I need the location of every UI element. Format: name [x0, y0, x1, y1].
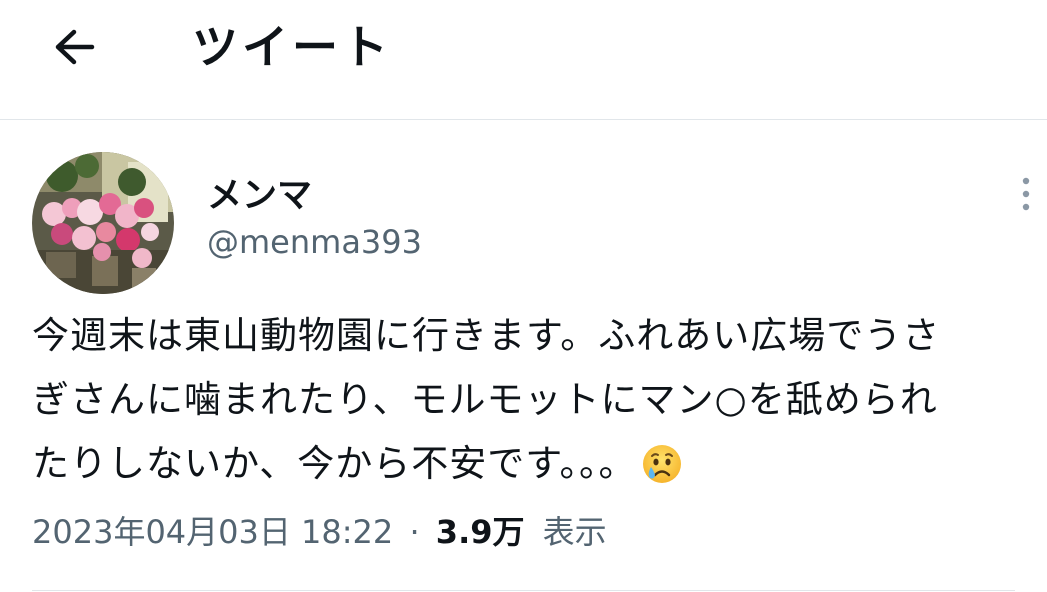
- top-bar: ツイート: [0, 0, 1047, 120]
- meta-separator: ·: [409, 513, 420, 551]
- more-options-button[interactable]: [1006, 172, 1046, 216]
- tweet-text-line: たりしないか、今から不安です。。。: [32, 432, 1032, 505]
- author-handle[interactable]: @menma393: [207, 220, 422, 264]
- tweet-text: 今週末は東山動物園に行きます。ふれあい広場でうさ ぎさんに噛まれたり、モルモット…: [32, 304, 1032, 505]
- tweet: メンマ @menma393 今週末は東山動物園に行きます。ふれあい広場でうさ ぎ…: [0, 120, 1047, 592]
- divider: [32, 590, 1015, 591]
- tweet-text-line-content: たりしないか、今から不安です。。。: [32, 442, 637, 485]
- page-title: ツイート: [192, 20, 392, 74]
- arrow-left-icon: [55, 29, 95, 65]
- crying-face-icon: [641, 441, 683, 505]
- tweet-text-line: ぎさんに噛まれたり、モルモットにマン○を舐められ: [32, 378, 938, 421]
- back-button[interactable]: [36, 14, 112, 80]
- more-vertical-icon: [1022, 177, 1030, 211]
- tweet-text-line: 今週末は東山動物園に行きます。ふれあい広場でうさ: [32, 314, 941, 357]
- avatar[interactable]: [32, 152, 174, 294]
- tweet-timestamp[interactable]: 2023年04月03日 18:22: [32, 513, 393, 551]
- author-display-name[interactable]: メンマ: [207, 172, 312, 220]
- views-label: 表示: [542, 513, 607, 551]
- avatar-image: [32, 152, 174, 294]
- views-count[interactable]: 3.9万: [436, 513, 525, 551]
- tweet-meta: 2023年04月03日 18:22 · 3.9万 表示: [32, 510, 607, 554]
